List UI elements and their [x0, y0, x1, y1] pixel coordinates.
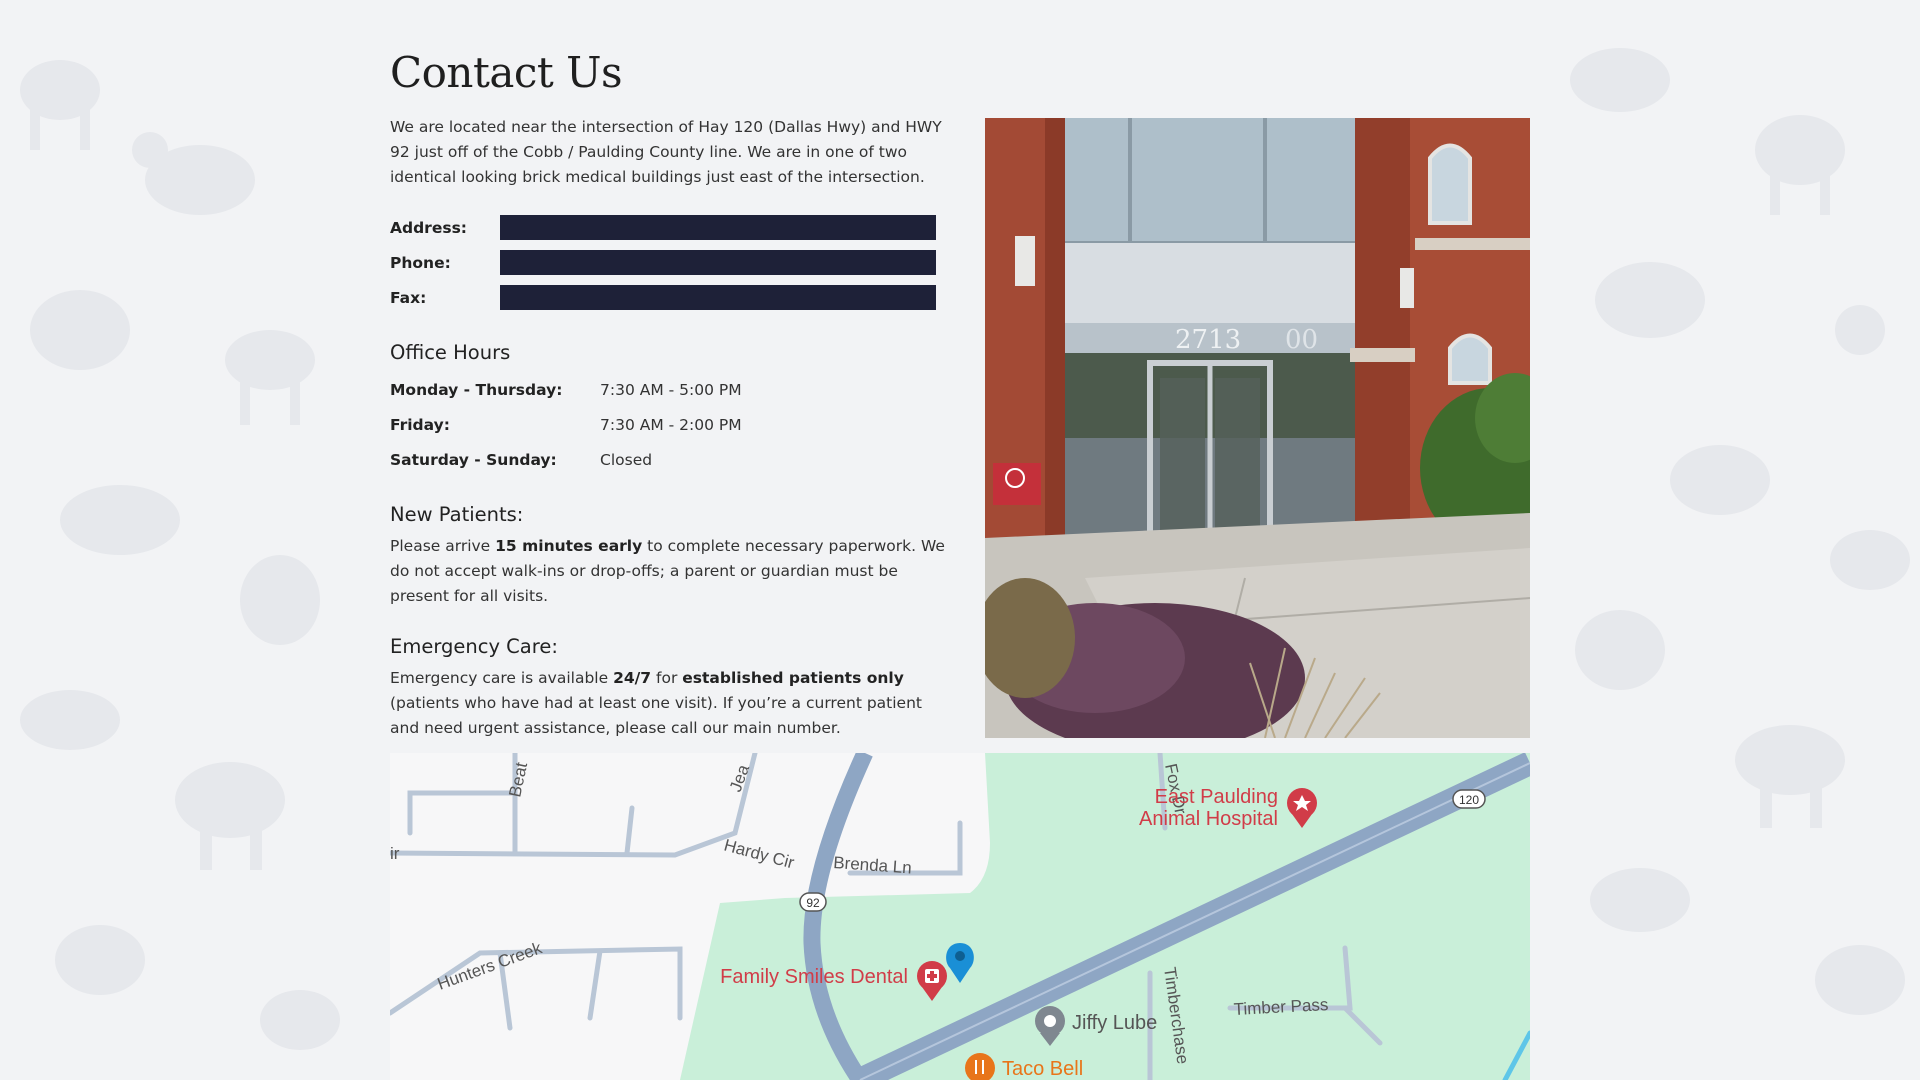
location-intro: We are located near the intersection of … [390, 118, 942, 186]
street-label: Hunters Creek [435, 938, 545, 994]
office-hours-heading: Office Hours [390, 341, 511, 364]
address-label: Address: [390, 218, 467, 237]
building-number: 2713 [1175, 325, 1241, 355]
hours-time: Closed [600, 450, 653, 469]
emphasis-established-patients: established patients only [682, 669, 904, 687]
address-row: Address: [390, 210, 950, 245]
phone-redacted [500, 250, 936, 275]
fax-label: Fax: [390, 288, 427, 307]
street-label: Brenda Ln [833, 853, 913, 877]
emergency-care-text: Emergency care is available 24/7 for est… [390, 666, 950, 741]
hours-time: 7:30 AM - 5:00 PM [600, 380, 742, 399]
hours-day: Monday - Thursday: [390, 380, 563, 399]
street-label: ir [390, 844, 400, 863]
poi-label: Animal Hospital [1139, 808, 1278, 830]
poi-taco-bell[interactable]: Taco Bell [965, 1053, 1083, 1080]
address-redacted [500, 215, 936, 240]
building-number-suffix: 00 [1285, 325, 1318, 355]
hours-day: Saturday - Sunday: [390, 450, 557, 469]
phone-row: Phone: [390, 245, 950, 280]
hours-row-friday: Friday: 7:30 AM - 2:00 PM [390, 407, 950, 442]
emergency-care-heading: Emergency Care: [390, 635, 558, 658]
hwy-120-label: 120 [1459, 793, 1479, 807]
street-label: Hardy Cir [722, 836, 797, 873]
hwy-92-shield: 92 [799, 892, 827, 912]
hours-row-weekend: Saturday - Sunday: Closed [390, 442, 950, 477]
text-fragment: for [651, 669, 683, 687]
hwy-120-shield: 120 [1452, 789, 1486, 809]
contact-info-column: Contact Us We are located near the inter… [390, 48, 950, 741]
poi-label: Jiffy Lube [1072, 1012, 1157, 1034]
hours-time: 7:30 AM - 2:00 PM [600, 415, 742, 434]
emphasis-arrival-time: 15 minutes early [495, 537, 643, 555]
contact-page: Contact Us We are located near the inter… [390, 0, 1530, 1080]
street-label: Beat [505, 760, 531, 798]
building-photo: 2713 00 [985, 118, 1530, 738]
emphasis-24-7: 24/7 [613, 669, 652, 687]
location-map[interactable]: 120 92 ir Beat Jea Hardy Cir Brenda Ln H… [390, 753, 1530, 1080]
new-patients-text: Please arrive 15 minutes early to comple… [390, 534, 950, 609]
hours-day: Friday: [390, 415, 450, 434]
hwy-92-label: 92 [806, 896, 820, 910]
fax-row: Fax: [390, 280, 950, 315]
poi-label: East Paulding [1155, 786, 1278, 808]
new-patients-heading: New Patients: [390, 503, 524, 526]
poi-label: Taco Bell [1002, 1058, 1083, 1080]
page-title: Contact Us [390, 48, 623, 97]
text-fragment: Please arrive [390, 537, 496, 555]
phone-label: Phone: [390, 253, 451, 272]
text-fragment: (patients who have had at least one visi… [390, 694, 922, 737]
hours-row-mon-thu: Monday - Thursday: 7:30 AM - 5:00 PM [390, 372, 950, 407]
fax-redacted [500, 285, 936, 310]
text-fragment: Emergency care is available [390, 669, 614, 687]
poi-label: Family Smiles Dental [720, 966, 908, 988]
